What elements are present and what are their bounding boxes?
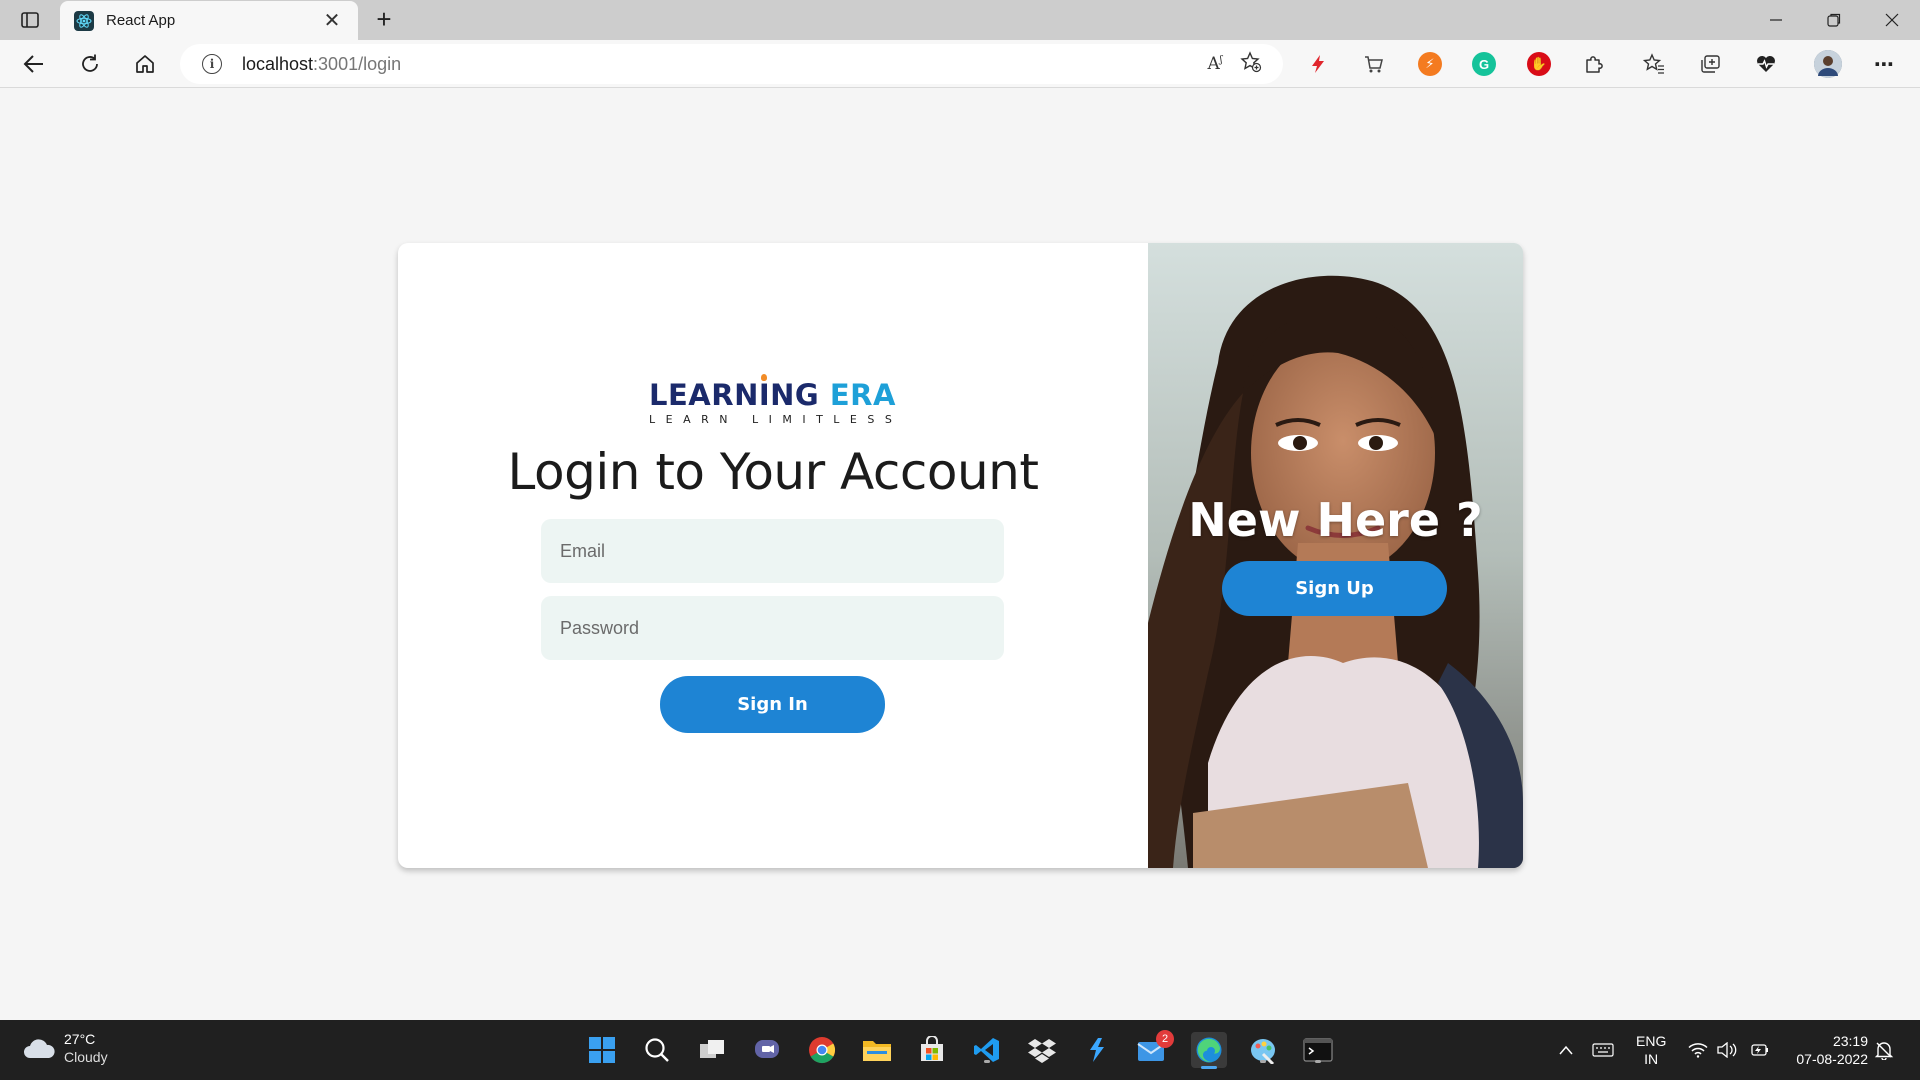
new-tab-button[interactable]: + — [368, 4, 400, 36]
refresh-icon[interactable] — [72, 48, 108, 80]
keyboard-icon[interactable] — [1592, 1020, 1614, 1080]
learning-era-logo: LEARNING ERA LEARN LIMITLESS — [649, 374, 903, 435]
more-menu-icon[interactable]: ⋯ — [1872, 52, 1896, 76]
tray-chevron-icon[interactable] — [1558, 1020, 1574, 1080]
read-aloud-icon[interactable]: Aʃ — [1197, 54, 1233, 74]
browser-tab-bar: React App ✕ + — [0, 0, 1920, 40]
login-card: LEARNING ERA LEARN LIMITLESS Login to Yo… — [398, 243, 1523, 868]
password-field[interactable] — [541, 596, 1004, 660]
grammarly-icon[interactable]: G — [1472, 52, 1496, 76]
browser-tab[interactable]: React App ✕ — [60, 1, 358, 40]
windows-start-icon[interactable] — [586, 1034, 618, 1066]
sign-in-button[interactable]: Sign In — [660, 676, 885, 733]
teams-chat-icon[interactable] — [751, 1034, 783, 1066]
clock[interactable]: 23:19 07-08-2022 — [1796, 1032, 1868, 1068]
weather-temperature: 27°C — [64, 1031, 96, 1047]
profile-avatar[interactable] — [1814, 50, 1842, 78]
logo-tagline: LEARN LIMITLESS — [649, 413, 903, 426]
task-view-icon[interactable] — [696, 1034, 728, 1066]
dropbox-icon[interactable] — [1026, 1034, 1058, 1066]
windows-taskbar: 27°C Cloudy 2 ENG IN 23:19 07-08-2022 — [0, 1020, 1920, 1080]
weather-widget[interactable]: 27°C Cloudy — [22, 1030, 108, 1066]
new-here-heading: New Here ? — [1188, 493, 1483, 547]
volume-icon[interactable] — [1716, 1020, 1738, 1080]
lightning-extension-icon[interactable] — [1306, 52, 1330, 76]
active-indicator — [1201, 1066, 1217, 1069]
favorites-icon[interactable] — [1642, 52, 1666, 76]
logo-accent-dot — [761, 374, 767, 381]
region-code: IN — [1644, 1051, 1659, 1067]
paint-app-icon[interactable] — [1247, 1034, 1279, 1066]
url-text[interactable]: localhost:3001/login — [242, 54, 1197, 75]
minimize-button[interactable] — [1748, 0, 1804, 40]
address-bar[interactable]: i localhost:3001/login Aʃ — [180, 44, 1283, 84]
weather-condition: Cloudy — [64, 1049, 108, 1065]
chrome-icon[interactable] — [806, 1034, 838, 1066]
logo-brand-part2: ERA — [829, 378, 896, 412]
tab-title: React App — [106, 12, 176, 29]
shopping-cart-icon[interactable] — [1362, 52, 1386, 76]
collections-icon[interactable] — [1698, 52, 1722, 76]
page-title: Login to Your Account — [507, 443, 1039, 501]
back-arrow-icon[interactable] — [16, 48, 52, 80]
edge-browser-icon[interactable] — [1191, 1032, 1227, 1069]
orange-extension-icon[interactable]: ⚡ — [1418, 52, 1442, 76]
swift-app-icon[interactable] — [1081, 1034, 1113, 1066]
react-favicon-icon — [74, 10, 94, 31]
terminal-icon[interactable] — [1302, 1034, 1334, 1066]
search-icon[interactable] — [641, 1034, 673, 1066]
url-host: localhost — [242, 53, 314, 74]
url-path: :3001/login — [313, 53, 402, 74]
battery-icon[interactable] — [1748, 1020, 1770, 1080]
microsoft-store-icon[interactable] — [916, 1034, 948, 1066]
cloud-icon — [24, 1039, 55, 1058]
clock-date: 07-08-2022 — [1796, 1051, 1868, 1067]
logo-brand-part1: LEARNING — [649, 378, 820, 412]
mail-badge: 2 — [1156, 1030, 1174, 1048]
notification-icon[interactable] — [1874, 1020, 1894, 1080]
file-explorer-icon[interactable] — [861, 1034, 893, 1066]
running-indicator — [984, 1060, 990, 1063]
extensions-puzzle-icon[interactable] — [1582, 52, 1606, 76]
language-indicator[interactable]: ENG IN — [1636, 1032, 1666, 1068]
browser-essentials-icon[interactable] — [1754, 52, 1778, 76]
adblock-icon[interactable]: ✋ — [1527, 52, 1551, 76]
email-field[interactable] — [541, 519, 1004, 583]
mail-icon[interactable]: 2 — [1136, 1030, 1174, 1066]
tab-close-icon[interactable]: ✕ — [320, 11, 344, 31]
vscode-icon[interactable] — [971, 1034, 1003, 1066]
signup-panel: New Here ? Sign Up — [1148, 243, 1523, 868]
sign-up-button[interactable]: Sign Up — [1222, 561, 1447, 616]
site-info-icon[interactable]: i — [202, 54, 222, 74]
student-photo — [1148, 243, 1523, 868]
clock-time: 23:19 — [1832, 1033, 1868, 1049]
home-icon[interactable] — [127, 48, 163, 80]
restore-button[interactable] — [1806, 0, 1862, 40]
wifi-icon[interactable] — [1688, 1020, 1708, 1080]
browser-toolbar: i localhost:3001/login Aʃ ⚡ G ✋ ⋯ — [0, 40, 1920, 88]
close-window-button[interactable] — [1864, 0, 1920, 40]
running-indicator — [1315, 1060, 1321, 1063]
add-favorite-icon[interactable] — [1233, 50, 1269, 78]
tab-actions-icon[interactable] — [18, 10, 42, 30]
login-panel: LEARNING ERA LEARN LIMITLESS Login to Yo… — [398, 243, 1148, 868]
running-indicator — [1260, 1060, 1266, 1063]
language-code: ENG — [1636, 1033, 1667, 1049]
logo-brand-text: LEARNING ERA — [649, 379, 899, 411]
